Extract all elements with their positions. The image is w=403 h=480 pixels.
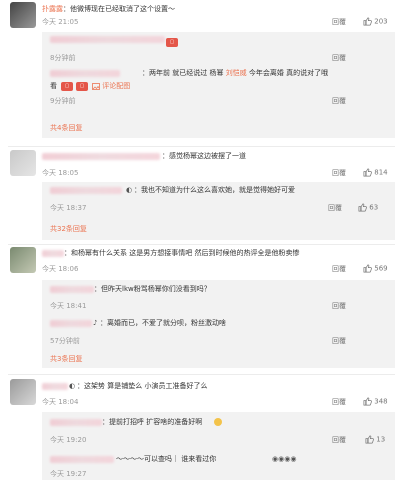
like-count: 814 xyxy=(374,168,388,177)
subreply-text: ：两年前 就已经说过 杨幂 刘恺威 今年会离婚 真的说对了哦 xyxy=(142,69,329,77)
subreply-text: ：但昨天lkw粉骂杨幂你们没看到吗？ xyxy=(94,285,211,293)
divider xyxy=(8,374,395,375)
subreply-text-line2: 看 xyxy=(50,82,57,90)
like-count: 203 xyxy=(374,17,388,26)
sticker-icon: ♪ xyxy=(93,319,98,327)
timestamp: 8分钟前 xyxy=(50,54,76,62)
timestamp: 今天 18:37 xyxy=(50,204,87,212)
timestamp: 57分钟前 xyxy=(50,337,80,345)
subreply-text: ～～～～可以查吗｜ 谁来看过你 xyxy=(116,455,217,463)
comment-text-line: 扑露露：他微博现在已经取消了这个设置～ xyxy=(42,5,175,14)
subreply-block: ▢ 8分钟前 回覆 ：两年前 就已经说过 杨幂 刘恺威 今年会离婚 真的说对了哦… xyxy=(42,32,395,138)
timestamp: 9分钟前 xyxy=(50,97,76,105)
reply-button[interactable]: 回覆 xyxy=(328,204,342,213)
thumb-up-icon xyxy=(365,435,374,444)
blurred-username xyxy=(50,70,120,77)
subreply-block: ◐ ：我也不知道为什么这么喜欢她，就是觉得她好可爱 今天 18:37 回覆 63… xyxy=(42,182,395,240)
blurred-username xyxy=(42,153,160,160)
timestamp: 今天 19:27 xyxy=(50,470,87,478)
reply-button[interactable]: 回覆 xyxy=(332,18,346,27)
blurred-username xyxy=(50,286,94,293)
mention-link[interactable]: 刘恺威 xyxy=(226,69,247,77)
more-replies-link[interactable]: 共32条回复 xyxy=(50,225,87,234)
blurred-username xyxy=(50,187,122,194)
thumb-up-icon xyxy=(358,203,367,212)
like-button[interactable]: 203 xyxy=(363,17,388,27)
reply-button[interactable]: 回覆 xyxy=(332,436,346,445)
reply-button[interactable]: 回覆 xyxy=(332,169,346,178)
thumb-up-icon xyxy=(363,397,372,406)
image-icon xyxy=(92,82,100,90)
avatar[interactable] xyxy=(10,379,36,405)
sticker-icon: ◉◉◉◉ xyxy=(272,455,297,463)
blurred-username xyxy=(50,36,165,43)
emoji-icon xyxy=(214,418,222,426)
like-count: 569 xyxy=(374,264,388,273)
divider xyxy=(8,146,395,147)
reply-button[interactable]: 回覆 xyxy=(332,265,346,274)
comment-image-link[interactable]: 评论配图 xyxy=(92,82,130,91)
like-count: 63 xyxy=(369,203,379,212)
subreply-text: ：我也不知道为什么这么喜欢她，就是觉得她好可爱 xyxy=(134,186,295,194)
username[interactable]: 扑露露 xyxy=(42,5,63,13)
thumb-up-icon xyxy=(363,264,372,273)
blurred-username xyxy=(42,250,64,257)
subreply-block: ：但昨天lkw粉骂杨幂你们没看到吗？ 今天 18:41 回覆 ♪ ：离婚而已，不… xyxy=(42,280,395,368)
subreply-block: ：提前打招呼 扩容啥的准备好啊 今天 19:20 回覆 13 ～～～～可以查吗｜… xyxy=(42,412,395,480)
timestamp: 今天 21:05 xyxy=(42,18,79,26)
avatar[interactable] xyxy=(10,247,36,273)
thumb-up-icon xyxy=(363,168,372,177)
like-button[interactable]: 63 xyxy=(358,203,378,213)
blurred-username xyxy=(50,320,92,327)
comment-text: ：感觉杨幂这边被摆了一道 xyxy=(162,152,246,160)
thumb-up-icon xyxy=(363,17,372,26)
comment-text: ：他微博现在已经取消了这个设置～ xyxy=(63,5,175,13)
image-icon: ▢ xyxy=(76,82,88,91)
sticker-icon: ◐ xyxy=(126,186,133,194)
timestamp: 今天 18:41 xyxy=(50,302,87,310)
more-replies-link[interactable]: 共4条回复 xyxy=(50,124,82,133)
comment-text: ：和杨幂有什么关系 这是男方想接事情吧 然后到时候他的热评全是他粉卖惨 xyxy=(64,249,300,257)
blurred-username xyxy=(42,383,68,390)
more-replies-link[interactable]: 共3条回复 xyxy=(50,355,82,364)
image-icon: ▢ xyxy=(166,38,178,47)
like-button[interactable]: 348 xyxy=(363,397,388,407)
like-count: 13 xyxy=(376,435,386,444)
like-button[interactable]: 569 xyxy=(363,264,388,274)
like-button[interactable]: 814 xyxy=(363,168,388,178)
blurred-username xyxy=(50,456,114,463)
divider xyxy=(8,244,395,245)
reply-button[interactable]: 回覆 xyxy=(332,54,346,63)
like-count: 348 xyxy=(374,397,388,406)
avatar[interactable] xyxy=(10,150,36,176)
blurred-username xyxy=(50,419,102,426)
comment-text: ：这架势 算是铺垫么 小演员工准备好了么 xyxy=(77,382,208,390)
sticker-icon: ◐ xyxy=(69,382,76,390)
reply-button[interactable]: 回覆 xyxy=(332,302,346,311)
timestamp: 今天 18:05 xyxy=(42,169,79,177)
subreply-text: ：离婚而已，不爱了就分呗，粉丝激动啥 xyxy=(100,319,226,327)
image-icon: ▢ xyxy=(61,82,73,91)
timestamp: 今天 19:20 xyxy=(50,436,87,444)
reply-button[interactable]: 回覆 xyxy=(332,337,346,346)
like-button[interactable]: 13 xyxy=(365,435,385,445)
timestamp: 今天 18:04 xyxy=(42,398,79,406)
avatar[interactable] xyxy=(10,2,36,28)
timestamp: 今天 18:06 xyxy=(42,265,79,273)
reply-button[interactable]: 回覆 xyxy=(332,398,346,407)
subreply-text: ：提前打招呼 扩容啥的准备好啊 xyxy=(102,418,203,426)
reply-button[interactable]: 回覆 xyxy=(332,97,346,106)
